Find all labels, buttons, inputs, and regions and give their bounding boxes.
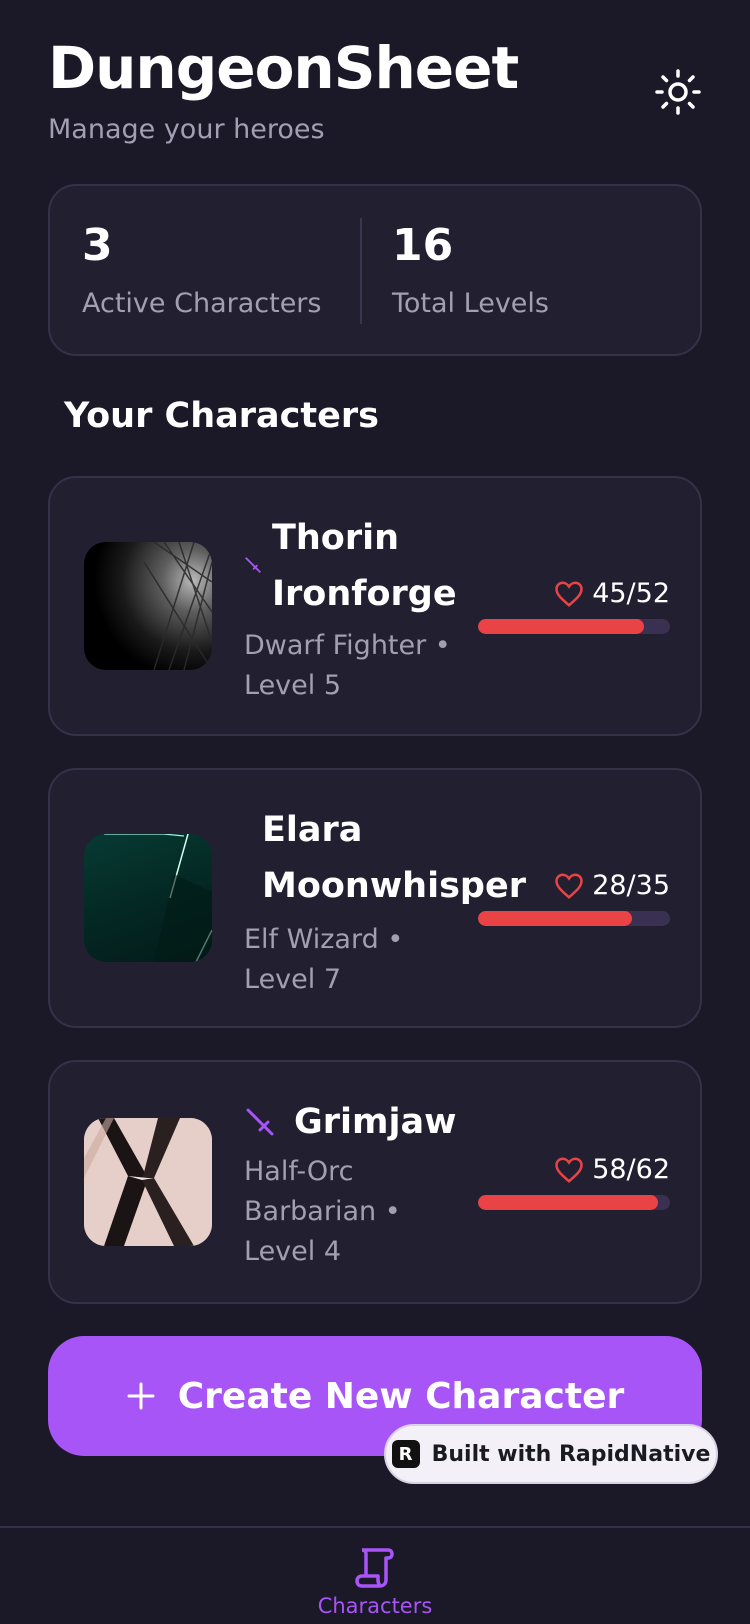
plus-icon <box>127 1382 155 1410</box>
app-screen: DungeonSheet Manage your heroes 3 Active… <box>0 0 750 1624</box>
character-meta-line: Level 7 <box>244 964 342 995</box>
stat-active-characters: 3 Active Characters <box>82 220 322 320</box>
create-button-label: Create New Character <box>177 1375 625 1417</box>
character-name-row: Grimjaw <box>244 1094 456 1150</box>
nav-label: Characters <box>317 1594 433 1618</box>
hp-text: 58/62 <box>592 1154 670 1185</box>
sword-icon <box>245 557 261 573</box>
heart-icon <box>555 580 583 607</box>
stats-card: 3 Active Characters 16 Total Levels <box>48 184 702 356</box>
character-card-grimjaw[interactable]: Grimjaw Half-Orc Barbarian • Level 4 58/… <box>48 1060 702 1304</box>
character-info: Thorin Ironforge Dwarf Fighter • Level 5 <box>244 510 457 706</box>
hp-row: 28/35 <box>478 870 670 901</box>
character-meta-line: Level 5 <box>244 670 342 701</box>
heart-icon <box>555 1156 583 1183</box>
stats-divider <box>360 218 362 324</box>
hp-bar <box>478 1195 670 1210</box>
stat-value: 3 <box>82 220 113 271</box>
sun-icon <box>655 69 701 115</box>
heart-icon <box>555 872 583 899</box>
stat-total-levels: 16 Total Levels <box>392 220 549 320</box>
character-card-thorin[interactable]: Thorin Ironforge Dwarf Fighter • Level 5… <box>48 476 702 736</box>
character-meta: Dwarf Fighter • Level 5 <box>244 626 457 706</box>
stat-label: Active Characters <box>82 288 322 319</box>
character-name-line: Ironforge <box>272 574 457 614</box>
character-meta-line: Dwarf Fighter • <box>244 630 451 661</box>
character-name: Thorin Ironforge <box>272 510 457 622</box>
avatar-pattern <box>143 542 212 670</box>
character-meta: Elf Wizard • Level 7 <box>244 920 403 1000</box>
character-name-line: Elara <box>262 810 363 850</box>
character-meta-line: Level 4 <box>244 1236 342 1267</box>
character-hp: 45/52 <box>478 578 670 634</box>
character-meta: Half-Orc Barbarian • Level 4 <box>244 1152 456 1272</box>
character-info: Grimjaw Half-Orc Barbarian • Level 4 <box>244 1094 456 1272</box>
rapidnative-logo-icon: R <box>391 1440 420 1468</box>
character-card-elara[interactable]: Elara Moonwhisper Elf Wizard • Level 7 2… <box>48 768 702 1028</box>
avatar-pattern <box>104 834 212 962</box>
character-avatar <box>84 542 212 670</box>
badge-label: Built with RapidNative <box>431 1441 711 1467</box>
character-hp: 28/35 <box>478 870 670 926</box>
hp-bar <box>478 619 670 634</box>
hp-row: 58/62 <box>478 1154 670 1185</box>
sword-icon <box>246 1108 274 1136</box>
character-avatar <box>84 1118 212 1246</box>
hp-bar-fill <box>478 619 645 634</box>
character-meta-line: Half-Orc <box>244 1156 354 1187</box>
character-name: Grimjaw <box>294 1102 457 1142</box>
app-subtitle: Manage your heroes <box>48 114 325 145</box>
character-meta-line: Elf Wizard • <box>244 924 404 955</box>
stat-value: 16 <box>392 220 454 271</box>
section-title: Your Characters <box>64 396 379 436</box>
app-title: DungeonSheet <box>48 34 519 102</box>
character-avatar <box>84 834 212 962</box>
hp-bar-fill <box>478 911 632 926</box>
hp-bar <box>478 911 670 926</box>
stat-label: Total Levels <box>392 288 549 319</box>
hp-text: 28/35 <box>592 870 670 901</box>
scroll-icon <box>355 1548 394 1588</box>
character-meta-line: Barbarian • <box>244 1196 401 1227</box>
theme-toggle-button[interactable] <box>650 64 706 120</box>
character-hp: 58/62 <box>478 1154 670 1210</box>
nav-item-characters[interactable]: Characters <box>295 1546 455 1618</box>
hp-row: 45/52 <box>478 578 670 609</box>
built-with-badge[interactable]: R Built with RapidNative <box>384 1424 718 1484</box>
character-name-line: Thorin <box>272 518 400 558</box>
avatar-pattern <box>84 1118 212 1246</box>
bottom-navigation: Characters <box>0 1526 750 1624</box>
hp-bar-fill <box>478 1195 658 1210</box>
character-name-row: Thorin Ironforge <box>244 510 457 622</box>
hp-text: 45/52 <box>592 578 670 609</box>
